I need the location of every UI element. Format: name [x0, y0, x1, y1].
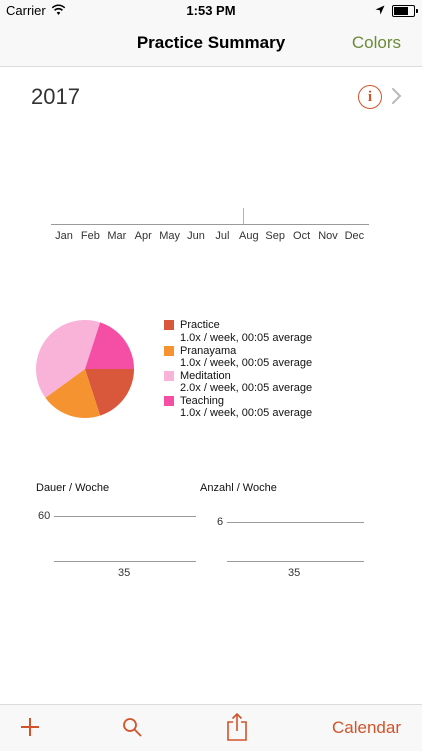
duration-chart-title: Dauer / Woche — [36, 482, 110, 494]
legend-stats-pranayama: 1.0x / week, 00:05 average — [180, 357, 313, 369]
colors-button[interactable]: Colors — [352, 33, 401, 53]
status-time: 1:53 PM — [186, 3, 236, 18]
info-icon[interactable]: i — [358, 85, 382, 109]
battery-icon — [392, 5, 418, 17]
count-y-tick: 6 — [217, 516, 224, 528]
location-arrow-icon — [375, 5, 385, 15]
calendar-button[interactable]: Calendar — [332, 718, 401, 738]
month-label-mar: Mar — [107, 230, 127, 242]
month-label-feb: Feb — [80, 230, 100, 242]
legend-swatch-practice — [164, 320, 174, 330]
month-label-jan: Jan — [55, 230, 73, 242]
chevron-right-icon[interactable] — [390, 86, 404, 106]
month-label-nov: Nov — [318, 230, 338, 242]
month-chart-axis — [51, 224, 369, 225]
duration-y-tick: 60 — [38, 510, 51, 522]
month-label-jun: Jun — [187, 230, 205, 242]
legend-stats-practice: 1.0x / week, 00:05 average — [180, 332, 313, 344]
legend-item-pranayama: Pranayama — [180, 345, 237, 357]
month-label-apr: Apr — [134, 230, 152, 242]
month-label-dec: Dec — [344, 230, 365, 242]
month-label-aug: Aug — [239, 230, 259, 242]
legend-item-practice: Practice — [180, 319, 220, 331]
legend-stats-teaching: 1.0x / week, 00:05 average — [180, 407, 313, 419]
share-icon[interactable] — [226, 712, 248, 742]
legend-swatch-teaching — [164, 396, 174, 406]
legend-swatch-meditation — [164, 371, 174, 381]
month-label-sep: Sep — [265, 230, 285, 242]
duration-gridline — [54, 516, 196, 517]
legend-item-teaching: Teaching — [180, 395, 225, 407]
duration-x-axis — [54, 561, 196, 562]
legend-stats-meditation: 2.0x / week, 00:05 average — [180, 382, 313, 394]
duration-x-tick: 35 — [118, 567, 131, 579]
add-icon[interactable] — [20, 717, 40, 737]
month-label-jul: Jul — [215, 230, 230, 242]
month-bar-aug — [242, 208, 244, 224]
practice-pie-chart — [36, 320, 134, 418]
count-x-tick: 35 — [288, 567, 301, 579]
search-icon[interactable] — [122, 717, 142, 737]
legend-item-meditation: Meditation — [180, 370, 231, 382]
count-gridline — [227, 522, 364, 523]
month-label-may: May — [159, 230, 180, 242]
count-chart-title: Anzahl / Woche — [200, 482, 277, 494]
legend-swatch-pranayama — [164, 346, 174, 356]
year-label: 2017 — [31, 84, 80, 109]
count-x-axis — [227, 561, 364, 562]
month-label-oct: Oct — [293, 230, 311, 242]
